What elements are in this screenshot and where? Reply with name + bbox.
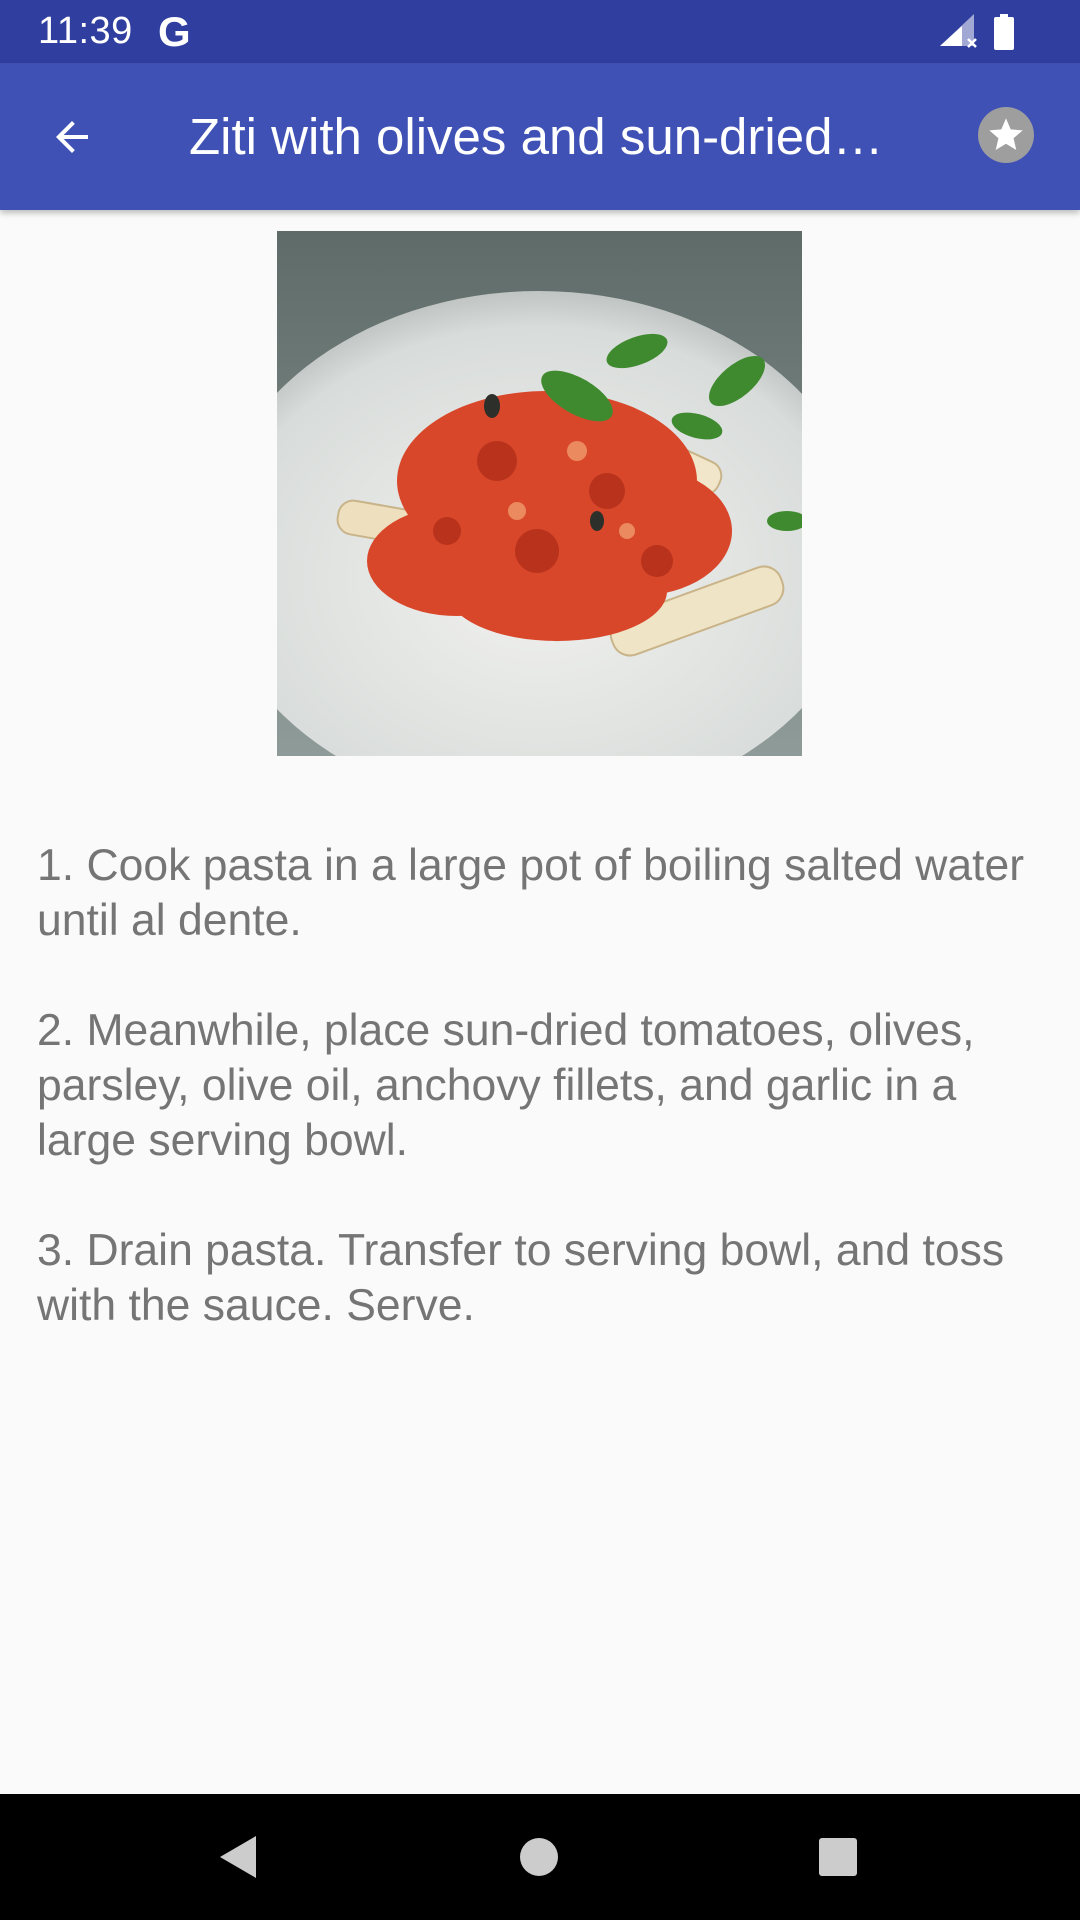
home-circle-icon xyxy=(520,1838,558,1876)
app-bar: Ziti with olives and sun-dried… xyxy=(0,63,1080,210)
arrow-back-icon xyxy=(56,121,88,153)
signal-icon xyxy=(940,14,977,48)
navigation-bar xyxy=(0,1794,1080,1920)
back-button[interactable] xyxy=(36,101,108,173)
recents-square-icon xyxy=(819,1838,857,1876)
back-triangle-icon xyxy=(220,1836,256,1878)
instruction-step: 1. Cook pasta in a large pot of boiling … xyxy=(37,841,1025,945)
status-icons xyxy=(932,12,1042,52)
nav-home-button[interactable] xyxy=(506,1824,572,1890)
nav-back-button[interactable] xyxy=(205,1824,271,1890)
page-title: Ziti with olives and sun-dried… xyxy=(189,108,884,165)
star-icon xyxy=(989,118,1023,150)
recipe-photo xyxy=(277,231,802,756)
battery-icon xyxy=(994,14,1014,50)
favorite-button[interactable] xyxy=(978,107,1034,163)
instruction-step: 2. Meanwhile, place sun-dried tomatoes, … xyxy=(37,1006,975,1165)
recipe-instructions: 1. Cook pasta in a large pot of boiling … xyxy=(37,838,1057,1388)
instruction-step: 3. Drain pasta. Transfer to serving bowl… xyxy=(37,1226,1005,1330)
google-icon: G xyxy=(158,8,191,55)
nav-recents-button[interactable] xyxy=(805,1824,871,1890)
status-time: 11:39 xyxy=(38,10,133,52)
status-bar: 11:39 G xyxy=(0,0,1080,63)
